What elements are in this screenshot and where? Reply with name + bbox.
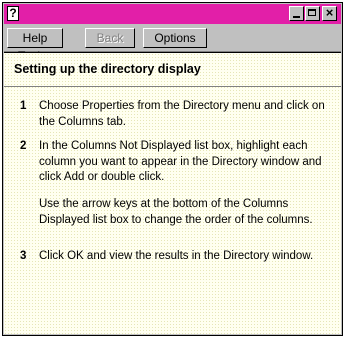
help-content: Setting up the directory display 1 Choos… (4, 52, 341, 334)
heading-band: Setting up the directory display (4, 53, 341, 87)
help-toolbar: Help Topics Back Options (4, 25, 341, 63)
maximize-button[interactable] (305, 6, 320, 21)
minimize-icon (293, 16, 300, 18)
step-text: Click OK and view the results in the Dir… (39, 250, 314, 262)
step-text: In the Columns Not Displayed list box, h… (39, 140, 322, 183)
close-button[interactable]: × (322, 5, 337, 21)
close-icon: × (325, 5, 334, 20)
title-bar[interactable]: ? × (4, 4, 341, 24)
step-number: 2 (20, 140, 27, 152)
step-text: Choose Properties from the Directory men… (39, 100, 325, 128)
help-question-icon[interactable]: ? (7, 6, 19, 21)
page-title: Setting up the directory display (14, 62, 201, 76)
minimize-button[interactable] (289, 6, 304, 21)
step-number: 1 (20, 100, 27, 112)
back-button[interactable]: Back (85, 28, 135, 48)
maximize-icon (308, 9, 316, 16)
step-text: Use the arrow keys at the bottom of the … (39, 198, 313, 226)
help-window: ? × Help Topics Back Options Setting up … (2, 2, 343, 336)
options-button[interactable]: Options (143, 28, 207, 48)
help-topics-button[interactable]: Help Topics (7, 28, 63, 63)
step-number: 3 (20, 250, 27, 262)
